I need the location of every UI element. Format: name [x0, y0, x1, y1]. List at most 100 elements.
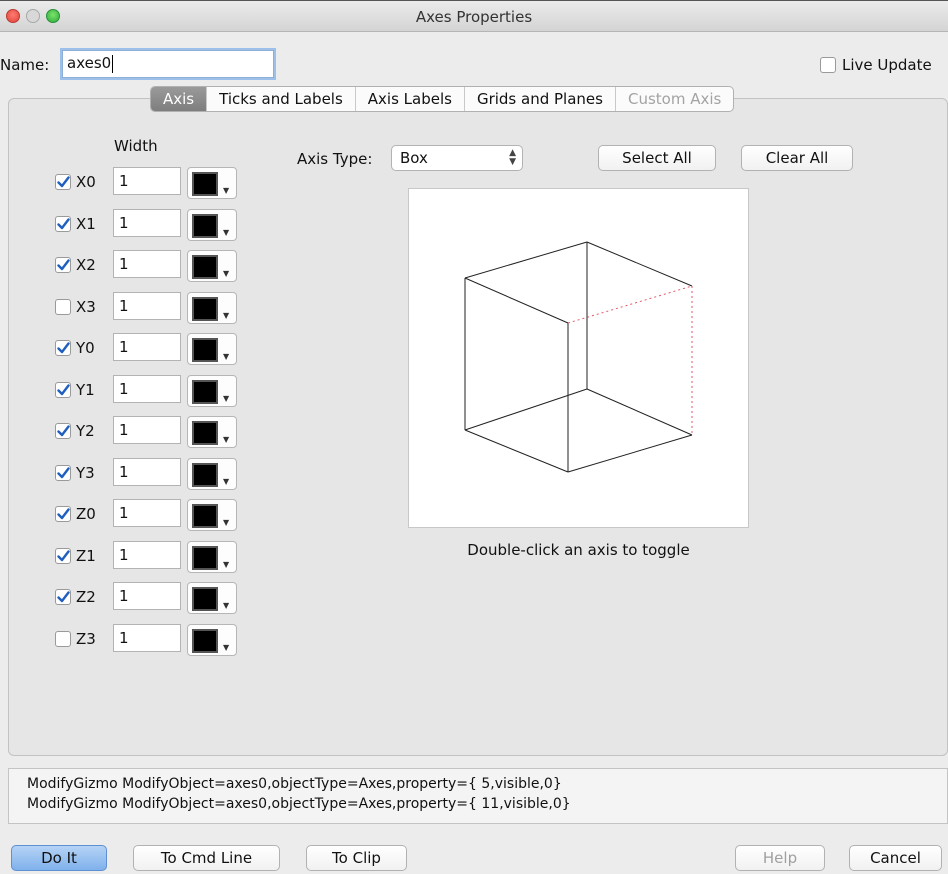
axis-line[interactable] — [586, 241, 693, 287]
axis-color-picker[interactable]: ▼ — [187, 541, 237, 573]
axis-width-value: 1 — [119, 463, 129, 481]
axis-width-input[interactable]: 1 — [113, 582, 181, 610]
axis-width-value: 1 — [119, 629, 129, 647]
select-all-button[interactable]: Select All — [598, 145, 716, 171]
axis-width-input[interactable]: 1 — [113, 624, 181, 652]
axis-width-input[interactable]: 1 — [113, 167, 181, 195]
axis-line[interactable] — [464, 277, 569, 324]
axis-line[interactable] — [464, 388, 588, 431]
text-caret — [112, 54, 114, 73]
box-axes-diagram[interactable] — [409, 189, 750, 529]
axis-line[interactable] — [567, 434, 693, 473]
axis-width-input[interactable]: 1 — [113, 292, 181, 320]
axis-color-picker[interactable]: ▼ — [187, 499, 237, 531]
axis-color-picker[interactable]: ▼ — [187, 250, 237, 282]
axis-color-picker[interactable]: ▼ — [187, 167, 237, 199]
axis-row-z2: Z2 1 ▼ — [55, 582, 240, 614]
axes-preview[interactable] — [408, 188, 749, 528]
axis-color-picker[interactable]: ▼ — [187, 292, 237, 324]
to-cmd-line-button[interactable]: To Cmd Line — [133, 845, 280, 871]
axis-color-picker[interactable]: ▼ — [187, 582, 237, 614]
tab-grids-and-planes[interactable]: Grids and Planes — [465, 87, 616, 111]
axis-row-x3: X3 1 ▼ — [55, 292, 240, 324]
axis-type-select[interactable]: Box ▲ ▼ — [391, 145, 523, 171]
axis-width-input[interactable]: 1 — [113, 458, 181, 486]
tab-custom-axis: Custom Axis — [627, 90, 722, 108]
axis-row-x2: X2 1 ▼ — [55, 250, 240, 282]
dropdown-arrow-icon: ▼ — [223, 477, 230, 486]
dropdown-arrow-icon: ▼ — [223, 352, 230, 361]
axis-checkbox[interactable] — [55, 299, 71, 315]
axis-checkbox[interactable] — [55, 257, 71, 273]
axis-line[interactable] — [464, 241, 588, 279]
axis-color-picker[interactable]: ▼ — [187, 416, 237, 448]
axis-width-input[interactable]: 1 — [113, 499, 181, 527]
do-it-button[interactable]: Do It — [11, 845, 107, 871]
axis-width-input[interactable]: 1 — [113, 333, 181, 361]
axis-line[interactable] — [586, 388, 693, 436]
command-line: ModifyGizmo ModifyObject=axes0,objectTyp… — [27, 796, 571, 812]
axis-width-input[interactable]: 1 — [113, 209, 181, 237]
to-clip-button[interactable]: To Clip — [306, 845, 407, 871]
axis-name: Z1 — [76, 547, 96, 565]
axis-type-label: Axis Type: — [297, 150, 373, 168]
axis-checkbox[interactable] — [55, 589, 71, 605]
axis-checkbox[interactable] — [55, 548, 71, 564]
color-swatch — [192, 255, 218, 279]
name-input-value: axes0 — [67, 54, 112, 72]
axis-color-picker[interactable]: ▼ — [187, 375, 237, 407]
axis-width-input[interactable]: 1 — [113, 541, 181, 569]
axis-row-y2: Y2 1 ▼ — [55, 416, 240, 448]
axis-width-input[interactable]: 1 — [113, 375, 181, 403]
axis-width-value: 1 — [119, 587, 129, 605]
axis-checkbox[interactable] — [55, 506, 71, 522]
dropdown-arrow-icon: ▼ — [223, 601, 230, 610]
axis-width-value: 1 — [119, 214, 129, 232]
axis-width-value: 1 — [119, 546, 129, 564]
tab-ticks-and-labels[interactable]: Ticks and Labels — [207, 87, 356, 111]
axis-line[interactable] — [464, 429, 569, 473]
axis-width-value: 1 — [119, 504, 129, 522]
name-input[interactable]: axes0 — [62, 50, 274, 78]
axis-color-picker[interactable]: ▼ — [187, 209, 237, 241]
color-swatch — [192, 380, 218, 404]
axis-row-y0: Y0 1 ▼ — [55, 333, 240, 365]
cancel-button[interactable]: Cancel — [849, 845, 942, 871]
updown-arrows-icon: ▲ ▼ — [509, 148, 516, 167]
name-label: Name: — [0, 56, 50, 74]
axis-row-x1: X1 1 ▼ — [55, 209, 240, 241]
axis-checkbox[interactable] — [55, 465, 71, 481]
live-update-checkbox[interactable] — [820, 57, 836, 73]
color-swatch — [192, 629, 218, 653]
axis-row-y1: Y1 1 ▼ — [55, 375, 240, 407]
tab-axis[interactable]: Axis — [151, 87, 208, 111]
dropdown-arrow-icon: ▼ — [223, 560, 230, 569]
color-swatch — [192, 214, 218, 238]
color-swatch — [192, 546, 218, 570]
axis-row-z3: Z3 1 ▼ — [55, 624, 240, 656]
dropdown-arrow-icon: ▼ — [223, 518, 230, 527]
tab-bar: Axis Ticks and Labels Axis Labels Grids … — [150, 86, 735, 112]
live-update-toggle[interactable]: Live Update — [820, 56, 932, 74]
command-line: ModifyGizmo ModifyObject=axes0,objectTyp… — [27, 776, 562, 792]
axis-color-picker[interactable]: ▼ — [187, 624, 237, 656]
axis-name: Y1 — [76, 381, 95, 399]
color-swatch — [192, 172, 218, 196]
axis-name: Y2 — [76, 422, 95, 440]
axis-width-input[interactable]: 1 — [113, 416, 181, 444]
axis-checkbox[interactable] — [55, 382, 71, 398]
clear-all-button[interactable]: Clear All — [741, 145, 853, 171]
axis-checkbox[interactable] — [55, 423, 71, 439]
axis-checkbox[interactable] — [55, 216, 71, 232]
axis-checkbox[interactable] — [55, 631, 71, 647]
axis-checkbox[interactable] — [55, 174, 71, 190]
color-swatch — [192, 463, 218, 487]
axis-width-input[interactable]: 1 — [113, 250, 181, 278]
axis-color-picker[interactable]: ▼ — [187, 333, 237, 365]
tab-axis-labels[interactable]: Axis Labels — [356, 87, 465, 111]
axis-name: Y3 — [76, 464, 95, 482]
axis-checkbox[interactable] — [55, 340, 71, 356]
color-swatch — [192, 297, 218, 321]
axis-row-x0: X0 1 ▼ — [55, 167, 240, 199]
axis-color-picker[interactable]: ▼ — [187, 458, 237, 490]
